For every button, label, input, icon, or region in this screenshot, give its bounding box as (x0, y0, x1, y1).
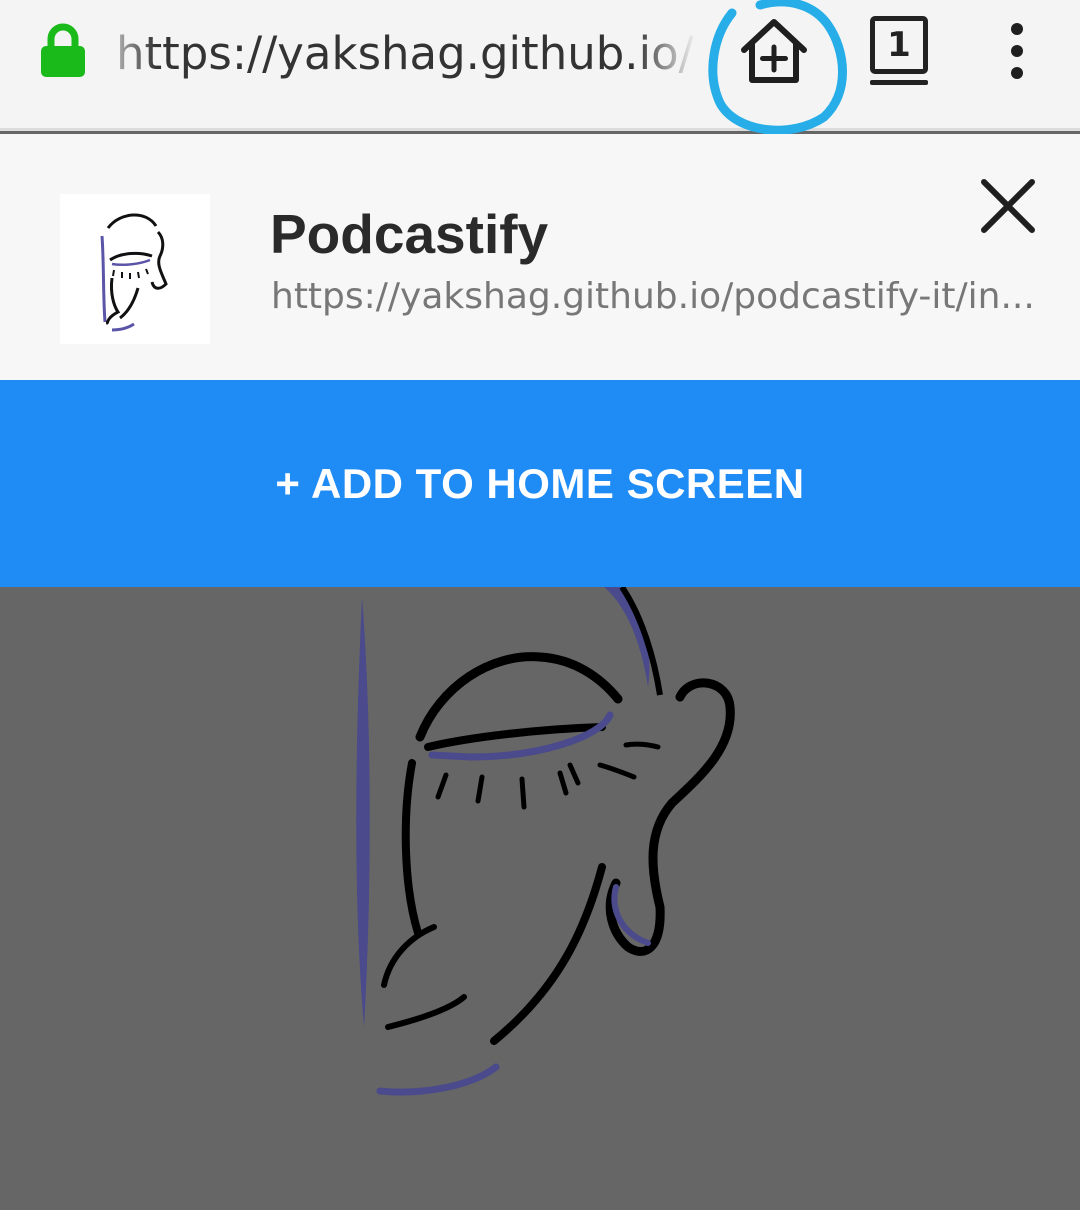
address-bar-url[interactable]: https://yakshag.github.io/podcastify-it/… (116, 22, 696, 86)
add-to-home-screen-label: + ADD TO HOME SCREEN (275, 459, 805, 507)
browser-screen: https://yakshag.github.io/podcastify-it/… (0, 0, 1080, 1210)
add-to-home-screen-button[interactable]: + ADD TO HOME SCREEN (0, 380, 1080, 587)
app-name: Podcastify (270, 203, 549, 265)
tab-count: 1 (870, 16, 928, 74)
tab-switcher-button[interactable]: 1 (866, 14, 934, 86)
lock-icon[interactable] (40, 22, 86, 78)
tab-switcher-underline (870, 80, 928, 85)
browser-toolbar: https://yakshag.github.io/podcastify-it/… (0, 0, 1080, 135)
app-icon (60, 194, 210, 344)
buddha-illustration (356, 587, 735, 1096)
overflow-menu-icon[interactable] (996, 20, 1038, 82)
page-content (0, 587, 1080, 1210)
install-banner: Podcastify https://yakshag.github.io/pod… (0, 134, 1080, 380)
add-to-home-icon[interactable] (738, 16, 810, 86)
app-url: https://yakshag.github.io/podcastify-it/… (271, 276, 1035, 317)
close-icon[interactable] (976, 174, 1040, 238)
